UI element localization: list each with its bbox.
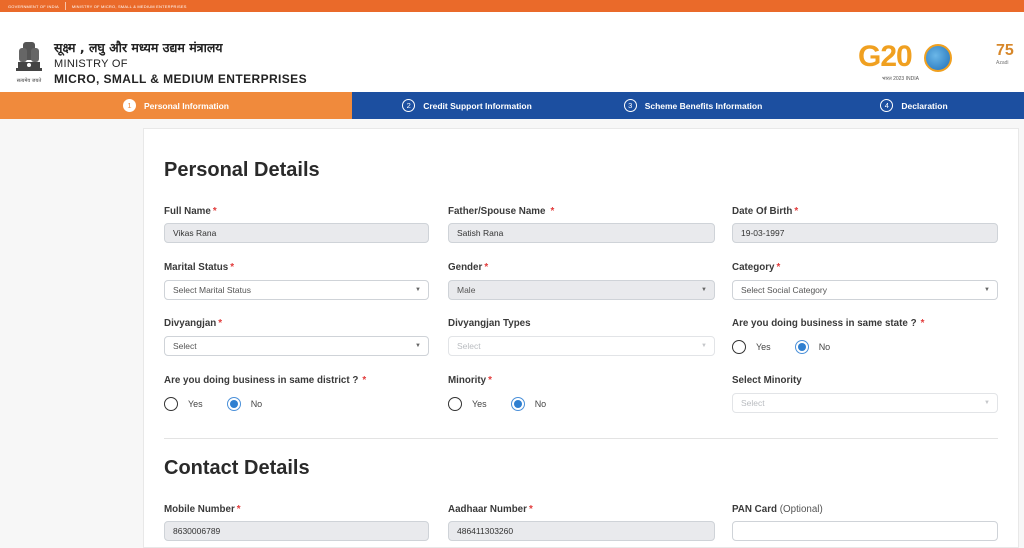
step-number: 1 xyxy=(122,99,136,112)
ministry-hindi: सूक्ष्म , लघु और मध्यम उद्यम मंत्रालय xyxy=(54,40,223,55)
g20-text: G20 xyxy=(858,40,913,73)
radio-label: Yes xyxy=(756,342,771,352)
gender-label: Gender * xyxy=(448,262,489,273)
mobile-field[interactable]: 8630006789 xyxy=(164,521,429,541)
marital-status-value: Select Marital Status xyxy=(173,285,251,295)
chevron-down-icon: ▼ xyxy=(415,287,421,293)
same-district-yes-radio[interactable] xyxy=(164,397,178,411)
step-declaration[interactable]: 4 Declaration xyxy=(804,92,1024,119)
select-minority-value: Select xyxy=(741,398,765,408)
chevron-down-icon: ▼ xyxy=(701,287,707,293)
chevron-down-icon: ▼ xyxy=(984,287,990,293)
marital-status-label: Marital Status * xyxy=(164,262,235,273)
step-number: 2 xyxy=(402,99,416,112)
dob-label: Date Of Birth * xyxy=(732,206,799,217)
same-state-yes-radio[interactable] xyxy=(732,340,746,354)
divider xyxy=(64,2,66,10)
chevron-down-icon: ▼ xyxy=(701,343,707,349)
g20-logo: G20 भारत 2023 INDIA xyxy=(858,40,960,86)
divyangjan-types-select[interactable]: Select ▼ xyxy=(448,336,715,356)
top-strip: GOVERNMENT OF INDIA MINISTRY OF MICRO, S… xyxy=(0,0,1024,12)
select-minority-label: Select Minority xyxy=(732,375,802,386)
same-district-label: Are you doing business in same district … xyxy=(164,375,367,386)
personal-details-title: Personal Details xyxy=(164,159,320,181)
step-scheme-benefits-information[interactable]: 3 Scheme Benefits Information xyxy=(582,92,804,119)
aadhaar-label: Aadhaar Number * xyxy=(448,504,533,515)
step-label: Credit Support Information xyxy=(423,100,532,111)
chevron-down-icon: ▼ xyxy=(415,343,421,349)
globe-icon xyxy=(924,44,952,72)
emblem-caption: सत्यमेव जयते xyxy=(17,77,42,84)
same-state-radio-group: Yes No xyxy=(732,340,844,354)
step-label: Personal Information xyxy=(143,100,229,111)
full-name-field[interactable]: Vikas Rana xyxy=(164,223,429,243)
g20-subtext: भारत 2023 INDIA xyxy=(882,76,919,82)
ministry-name: MICRO, SMALL & MEDIUM ENTERPRISES xyxy=(54,72,307,86)
minority-yes-radio[interactable] xyxy=(448,397,462,411)
father-name-label: Father/Spouse Name * xyxy=(448,206,555,217)
pan-label: PAN Card (Optional) xyxy=(732,504,823,515)
radio-label: No xyxy=(250,399,263,409)
ministry-title: सूक्ष्म , लघु और मध्यम उद्यम मंत्रालय MI… xyxy=(54,39,307,86)
same-district-no-radio[interactable] xyxy=(226,397,241,411)
minority-radio-group: Yes No xyxy=(448,397,560,411)
select-minority-select[interactable]: Select ▼ xyxy=(732,393,998,413)
same-district-radio-group: Yes No xyxy=(164,397,276,411)
radio-label: Yes xyxy=(472,399,487,409)
marital-status-select[interactable]: Select Marital Status ▼ xyxy=(164,280,429,300)
divyangjan-select[interactable]: Select ▼ xyxy=(164,336,429,356)
mobile-label: Mobile Number * xyxy=(164,504,241,515)
father-name-field[interactable]: Satish Rana xyxy=(448,223,715,243)
step-credit-support-information[interactable]: 2 Credit Support Information xyxy=(352,92,582,119)
divyangjan-value: Select xyxy=(173,341,197,351)
step-number: 3 xyxy=(623,99,637,112)
divyangjan-types-value: Select xyxy=(457,341,481,351)
step-label: Declaration xyxy=(901,100,948,111)
national-emblem-icon: सत्यमेव जयते xyxy=(16,42,42,84)
step-number: 4 xyxy=(880,99,894,112)
form-steps: 1 Personal Information 2 Credit Support … xyxy=(0,92,1024,119)
chevron-down-icon: ▼ xyxy=(984,400,990,406)
minority-no-radio[interactable] xyxy=(510,397,525,411)
aadhaar-field[interactable]: 486411303260 xyxy=(448,521,715,541)
gender-select[interactable]: Male ▼ xyxy=(448,280,715,300)
site-header: सत्यमेव जयते सूक्ष्म , लघु और मध्यम उद्य… xyxy=(0,12,1024,92)
same-state-label: Are you doing business in same state ? * xyxy=(732,318,925,329)
category-value: Select Social Category xyxy=(741,285,827,295)
azadi-number: 75 xyxy=(996,42,1014,59)
section-divider xyxy=(164,438,998,439)
azadi-logo: 75 Azadi xyxy=(996,42,1024,82)
step-label: Scheme Benefits Information xyxy=(644,100,763,111)
gender-value: Male xyxy=(457,285,476,295)
dob-field[interactable]: 19-03-1997 xyxy=(732,223,998,243)
radio-label: No xyxy=(818,342,831,352)
radio-label: Yes xyxy=(188,399,203,409)
divyangjan-types-label: Divyangjan Types xyxy=(448,318,531,329)
full-name-label: Full Name * xyxy=(164,206,217,217)
pan-field[interactable] xyxy=(732,521,998,541)
category-label: Category * xyxy=(732,262,781,273)
divyangjan-label: Divyangjan * xyxy=(164,318,223,329)
contact-details-title: Contact Details xyxy=(164,457,310,479)
azadi-text: Azadi xyxy=(996,60,1009,66)
gov-label: GOVERNMENT OF INDIA xyxy=(8,3,59,9)
ministry-small-label: MINISTRY OF MICRO, SMALL & MEDIUM ENTERP… xyxy=(71,3,187,9)
category-select[interactable]: Select Social Category ▼ xyxy=(732,280,998,300)
same-state-no-radio[interactable] xyxy=(794,340,809,354)
step-personal-information[interactable]: 1 Personal Information xyxy=(0,92,352,119)
radio-label: No xyxy=(534,399,547,409)
form-card: Personal Details Full Name * Vikas Rana F… xyxy=(143,128,1019,548)
ministry-of: MINISTRY OF xyxy=(54,58,128,70)
minority-label: Minority * xyxy=(448,375,492,386)
